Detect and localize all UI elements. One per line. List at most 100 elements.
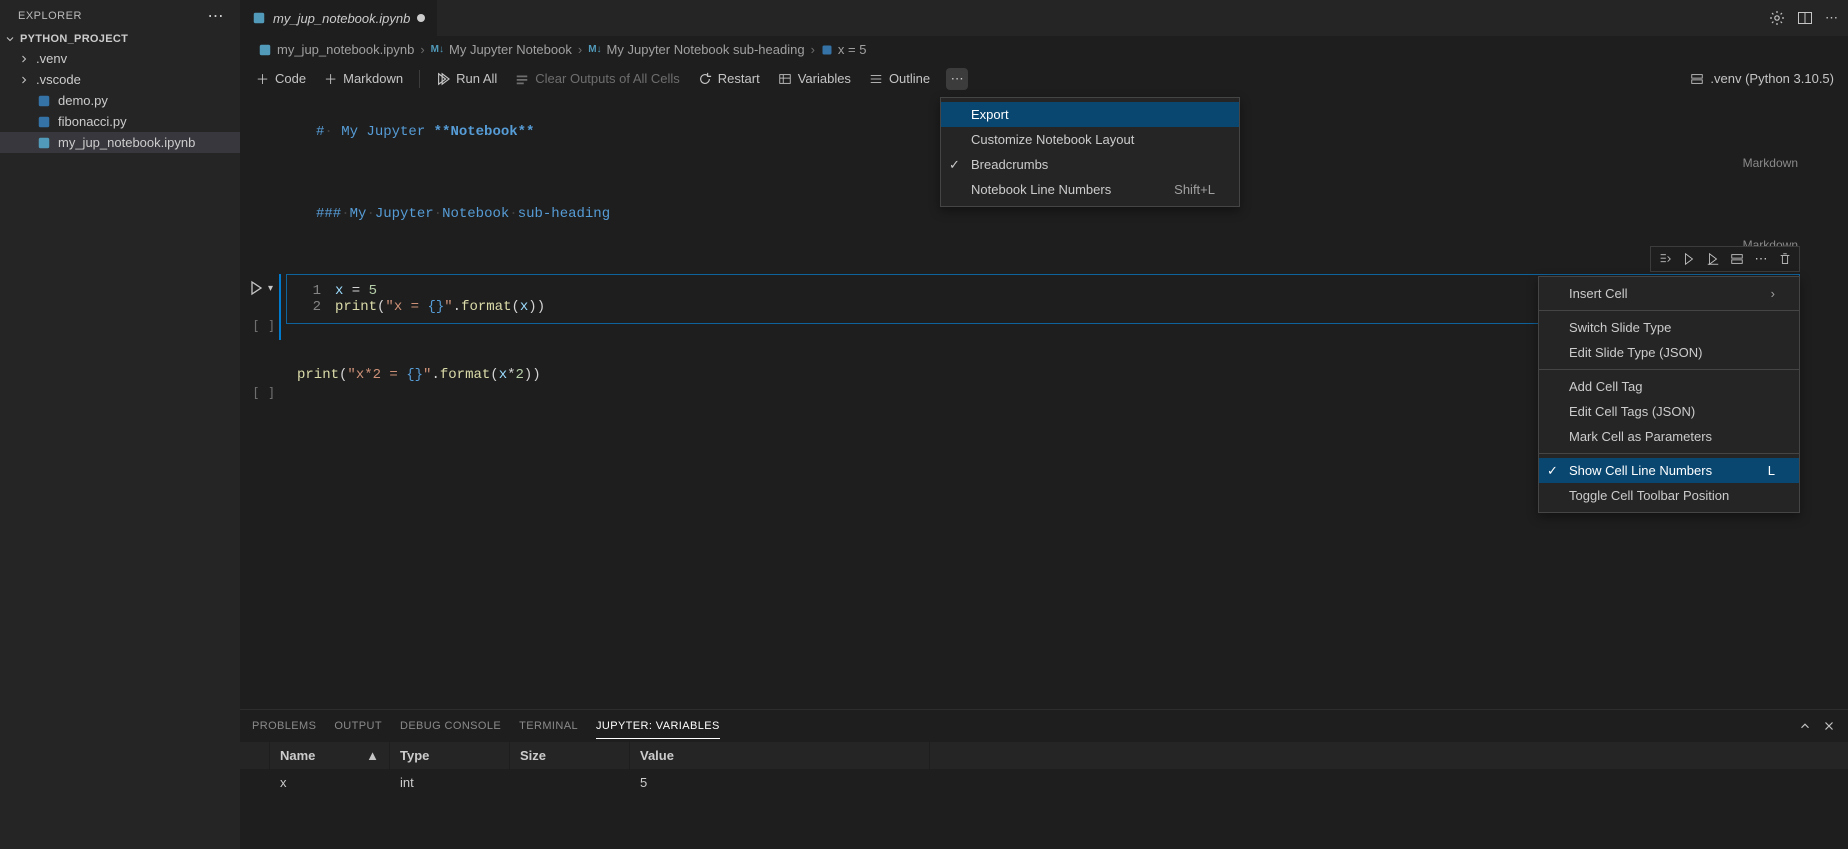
explorer-title: EXPLORER	[18, 10, 82, 22]
breadcrumb-h2: M↓ My Jupyter Notebook sub-heading	[588, 42, 804, 57]
whitespace-dot-icon: ·	[324, 124, 332, 140]
markdown-icon: M↓	[588, 44, 601, 55]
menu-item-mark-params[interactable]: Mark Cell as Parameters	[1539, 424, 1799, 449]
close-icon[interactable]	[1822, 719, 1836, 733]
toolbar-more-button[interactable]: ⋯	[946, 68, 968, 90]
whitespace-dot-icon: ·	[366, 206, 374, 222]
chevron-right-icon: ›	[420, 42, 424, 57]
col-value[interactable]: Value	[630, 742, 930, 769]
add-code-button[interactable]: ＋ Code	[254, 67, 308, 90]
sort-asc-icon[interactable]: ▲	[366, 748, 379, 763]
project-name: PYTHON_PROJECT	[20, 33, 128, 45]
toolbar-more-menu: Export Customize Notebook Layout ✓ Bread…	[940, 97, 1240, 207]
chevron-up-icon[interactable]	[1798, 719, 1812, 733]
cell-more-button[interactable]: ⋯	[1751, 249, 1771, 269]
menu-item-edit-tags[interactable]: Edit Cell Tags (JSON)	[1539, 399, 1799, 424]
clear-outputs-button[interactable]: Clear Outputs of All Cells	[513, 69, 682, 88]
col-size[interactable]: Size	[510, 742, 630, 769]
menu-item-edit-slide[interactable]: Edit Slide Type (JSON)	[1539, 340, 1799, 365]
col-type[interactable]: Type	[390, 742, 510, 769]
run-cell-icon[interactable]	[248, 280, 264, 296]
check-icon: ✓	[1547, 463, 1558, 479]
breadcrumb-file: my_jup_notebook.ipynb	[258, 42, 414, 57]
tree-item-venv[interactable]: .venv	[0, 48, 240, 69]
plus-icon: ＋	[324, 69, 337, 88]
outline-icon	[869, 72, 883, 86]
menu-item-line-numbers[interactable]: Notebook Line Numbers Shift+L	[941, 177, 1239, 202]
menu-item-export[interactable]: Export	[941, 102, 1239, 127]
chevron-right-icon: ›	[811, 42, 815, 57]
split-editor-icon[interactable]	[1797, 10, 1813, 26]
execute-above-icon[interactable]	[1703, 249, 1723, 269]
more-icon[interactable]: ⋯	[1825, 10, 1838, 26]
tab-problems[interactable]: PROBLEMS	[252, 714, 316, 738]
execute-cell-icon[interactable]	[1679, 249, 1699, 269]
notebook-file-icon	[258, 43, 272, 57]
variables-icon	[778, 72, 792, 86]
chevron-right-icon: ›	[1771, 286, 1775, 301]
kernel-picker[interactable]: .venv (Python 3.10.5)	[1690, 71, 1834, 86]
col-name[interactable]: Name	[280, 748, 315, 763]
breadcrumb-code: x = 5	[821, 42, 867, 57]
restart-icon	[698, 72, 712, 86]
tree-item-notebook[interactable]: my_jup_notebook.ipynb	[0, 132, 240, 153]
bottom-panel: PROBLEMS OUTPUT DEBUG CONSOLE TERMINAL J…	[240, 709, 1848, 849]
editor-tab[interactable]: my_jup_notebook.ipynb	[240, 0, 438, 36]
menu-item-toggle-toolbar[interactable]: Toggle Cell Toolbar Position	[1539, 483, 1799, 508]
explorer-more-icon[interactable]: ⋯	[204, 6, 229, 26]
tab-debug-console[interactable]: DEBUG CONSOLE	[400, 714, 501, 738]
whitespace-dot-icon: ·	[509, 206, 517, 222]
tree-item-demo[interactable]: demo.py	[0, 90, 240, 111]
play-all-icon	[436, 72, 450, 86]
chevron-down-icon[interactable]: ▾	[268, 283, 273, 294]
menu-item-add-tag[interactable]: Add Cell Tag	[1539, 374, 1799, 399]
gear-icon[interactable]	[1769, 10, 1785, 26]
menu-item-customize-layout[interactable]: Customize Notebook Layout	[941, 127, 1239, 152]
chevron-right-icon	[18, 74, 30, 86]
breadcrumb-h1: M↓ My Jupyter Notebook	[431, 42, 572, 57]
tab-label: my_jup_notebook.ipynb	[273, 11, 410, 26]
tab-output[interactable]: OUTPUT	[334, 714, 382, 738]
server-icon	[1690, 72, 1704, 86]
run-all-button[interactable]: Run All	[434, 69, 499, 88]
execution-count: [ ]	[252, 386, 275, 401]
tree-item-vscode[interactable]: .vscode	[0, 69, 240, 90]
python-file-icon	[36, 94, 52, 108]
project-root[interactable]: PYTHON_PROJECT	[0, 30, 240, 48]
dirty-indicator-icon	[417, 14, 425, 22]
menu-item-breadcrumbs[interactable]: ✓ Breadcrumbs	[941, 152, 1239, 177]
split-cell-icon[interactable]	[1727, 249, 1747, 269]
explorer-sidebar: EXPLORER ⋯ PYTHON_PROJECT .venv .vscode	[0, 0, 240, 849]
delete-cell-icon[interactable]	[1775, 249, 1795, 269]
tree-item-fibonacci[interactable]: fibonacci.py	[0, 111, 240, 132]
tab-terminal[interactable]: TERMINAL	[519, 714, 578, 738]
menu-item-insert-cell[interactable]: Insert Cell ›	[1539, 281, 1799, 306]
tab-jupyter-variables[interactable]: JUPYTER: VARIABLES	[596, 714, 720, 739]
variables-button[interactable]: Variables	[776, 69, 853, 88]
add-markdown-button[interactable]: ＋ Markdown	[322, 67, 405, 90]
tab-bar: my_jup_notebook.ipynb ⋯	[240, 0, 1848, 36]
run-by-line-icon[interactable]	[1655, 249, 1675, 269]
notebook-toolbar: ＋ Code ＋ Markdown Run All Clear Outputs …	[240, 63, 1848, 96]
restart-button[interactable]: Restart	[696, 69, 762, 88]
more-icon: ⋯	[951, 71, 964, 87]
menu-item-show-line-numbers[interactable]: ✓ Show Cell Line Numbers L	[1539, 458, 1799, 483]
chevron-right-icon	[18, 53, 30, 65]
check-icon: ✓	[949, 157, 960, 173]
menu-item-switch-slide[interactable]: Switch Slide Type	[1539, 315, 1799, 340]
variable-row[interactable]: x int 5	[240, 769, 1848, 796]
markdown-icon: M↓	[431, 44, 444, 55]
cell-more-menu: Insert Cell › Switch Slide Type Edit Sli…	[1538, 276, 1800, 513]
python-icon	[821, 44, 833, 56]
code-cell[interactable]: ⋯ ▾ [ ] 1 x = 5 2 print("x = {}".format(…	[286, 274, 1840, 340]
python-file-icon	[36, 115, 52, 129]
outline-button[interactable]: Outline	[867, 69, 932, 88]
whitespace-dot-icon: ·	[434, 206, 442, 222]
breadcrumb[interactable]: my_jup_notebook.ipynb › M↓ My Jupyter No…	[240, 36, 1848, 63]
clear-icon	[515, 72, 529, 86]
notebook-file-icon	[252, 11, 266, 25]
notebook-file-icon	[36, 136, 52, 150]
cell-language-label[interactable]: Markdown	[286, 236, 1802, 252]
plus-icon: ＋	[256, 69, 269, 88]
cell-action-toolbar: ⋯	[1650, 246, 1800, 272]
